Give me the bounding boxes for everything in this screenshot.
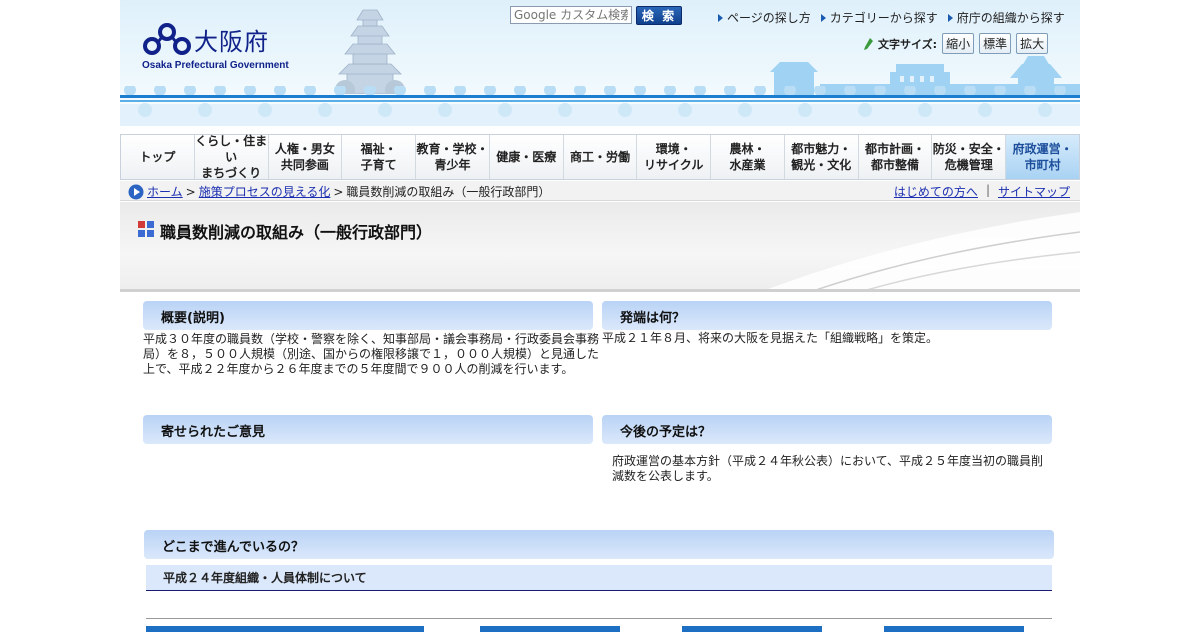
breadcrumb-separator: > bbox=[185, 184, 196, 199]
nav-item-urban-planning[interactable]: 都市計画・ 都市整備 bbox=[859, 135, 933, 179]
osaka-emblem-icon bbox=[143, 23, 191, 55]
breadcrumb-aux-links: はじめての方へ | サイトマップ bbox=[894, 183, 1070, 200]
nav-item-welfare[interactable]: 福祉・ 子育て bbox=[342, 135, 417, 179]
breadcrumb-home-link[interactable]: ホーム bbox=[147, 183, 183, 200]
overview-heading: 概要(説明) bbox=[143, 301, 593, 330]
origin-body: 平成２１年８月、将来の大阪を見据えた「組織戦略」を策定。 bbox=[602, 331, 939, 345]
breadcrumb-trail: ホーム > 施策プロセスの見える化 > 職員数削減の取組み（一般行政部門） bbox=[128, 183, 550, 200]
arrow-circle-icon bbox=[128, 184, 144, 199]
title-swoosh-decoration bbox=[768, 212, 1080, 289]
nav-item-tourism[interactable]: 都市魅力・ 観光・文化 bbox=[785, 135, 859, 179]
breadcrumb-separator: > bbox=[333, 184, 344, 199]
search-button[interactable]: 検 索 bbox=[636, 6, 682, 25]
progress-heading: どこまで進んでいるの？ bbox=[144, 530, 1054, 559]
nav-item-environment[interactable]: 環境・ リサイクル bbox=[637, 135, 712, 179]
progress-tab-1[interactable] bbox=[146, 626, 424, 632]
triangle-right-icon bbox=[718, 13, 723, 22]
link-page-guide[interactable]: ページの探し方 bbox=[718, 9, 811, 26]
breadcrumb-current: 職員数削減の取組み（一般行政部門） bbox=[346, 185, 551, 199]
osaka-logo[interactable]: 大阪府 Osaka Prefectural Government bbox=[142, 20, 302, 72]
breadcrumb: ホーム > 施策プロセスの見える化 > 職員数削減の取組み（一般行政部門） はじ… bbox=[120, 181, 1080, 201]
utility-links: ページの探し方 カテゴリーから探す 府庁の組織から探す bbox=[718, 9, 1065, 26]
logo-text-jp: 大阪府 bbox=[194, 28, 269, 56]
font-size-label: 文字サイズ: bbox=[878, 37, 938, 51]
header-rule-light bbox=[120, 100, 1080, 102]
link-organization-search[interactable]: 府庁の組織から探す bbox=[947, 9, 1065, 26]
grid-squares-icon bbox=[138, 221, 154, 237]
link-separator: | bbox=[985, 183, 990, 197]
triangle-right-icon bbox=[947, 13, 953, 22]
font-size-control: 文字サイズ: 縮小 標準 拡大 bbox=[864, 33, 1049, 54]
nav-item-commerce[interactable]: 商工・労働 bbox=[564, 135, 638, 179]
nav-item-disaster[interactable]: 防災・安全・ 危機管理 bbox=[932, 135, 1007, 179]
logo-text-en: Osaka Prefectural Government bbox=[142, 60, 289, 71]
progress-subheading: 平成２４年度組織・人員体制について bbox=[146, 565, 1052, 591]
origin-heading: 発端は何？ bbox=[602, 301, 1052, 330]
progress-tab-2[interactable] bbox=[480, 626, 620, 632]
nav-item-health[interactable]: 健康・医療 bbox=[490, 135, 564, 179]
pen-icon bbox=[864, 37, 873, 50]
title-band: 職員数削減の取組み（一般行政部門） bbox=[120, 202, 1080, 292]
header-rule bbox=[120, 95, 1080, 98]
page: 大阪府 Osaka Prefectural Government 検 索 ページ… bbox=[120, 0, 1080, 632]
font-size-large-button[interactable]: 拡大 bbox=[1016, 33, 1049, 54]
progress-tab-4[interactable] bbox=[884, 626, 1024, 632]
nav-item-top[interactable]: トップ bbox=[121, 135, 195, 179]
search-input[interactable] bbox=[510, 6, 632, 24]
plan-heading: 今後の予定は？ bbox=[602, 415, 1052, 444]
nav-item-administration[interactable]: 府政運営・ 市町村 bbox=[1006, 135, 1079, 179]
header-wave-decoration bbox=[120, 86, 1080, 126]
font-size-standard-button[interactable]: 標準 bbox=[979, 33, 1012, 54]
progress-tab-3[interactable] bbox=[682, 626, 822, 632]
nav-item-human-rights[interactable]: 人権・男女 共同参画 bbox=[269, 135, 343, 179]
site-header: 大阪府 Osaka Prefectural Government 検 索 ページ… bbox=[120, 0, 1080, 132]
sitemap-link[interactable]: サイトマップ bbox=[998, 183, 1070, 200]
link-category-search[interactable]: カテゴリーから探す bbox=[820, 9, 938, 26]
opinions-heading: 寄せられたご意見 bbox=[143, 415, 593, 444]
nav-item-living[interactable]: くらし・住まい まちづくり bbox=[195, 134, 269, 180]
global-nav: トップ くらし・住まい まちづくり 人権・男女 共同参画 福祉・ 子育て 教育・… bbox=[120, 134, 1080, 180]
osaka-castle-illustration bbox=[335, 9, 405, 94]
site-search: 検 索 bbox=[510, 6, 690, 26]
nav-item-agriculture[interactable]: 農林・ 水産業 bbox=[711, 135, 785, 179]
breadcrumb-section-link[interactable]: 施策プロセスの見える化 bbox=[199, 183, 331, 200]
plan-body: 府政運営の基本方針（平成２４年秋公表）において、平成２５年度当初の職員削減数を公… bbox=[612, 454, 1044, 483]
font-size-small-button[interactable]: 縮小 bbox=[942, 33, 975, 54]
nav-item-education[interactable]: 教育・学校・ 青少年 bbox=[416, 135, 490, 179]
triangle-right-icon bbox=[820, 13, 826, 22]
first-time-visitors-link[interactable]: はじめての方へ bbox=[894, 183, 978, 200]
page-title: 職員数削減の取組み（一般行政部門） bbox=[160, 223, 433, 242]
content-divider bbox=[146, 618, 1052, 619]
overview-body: 平成３０年度の職員数（学校・警察を除く、知事部局・議会事務局・行政委員会事務局）… bbox=[143, 332, 600, 376]
